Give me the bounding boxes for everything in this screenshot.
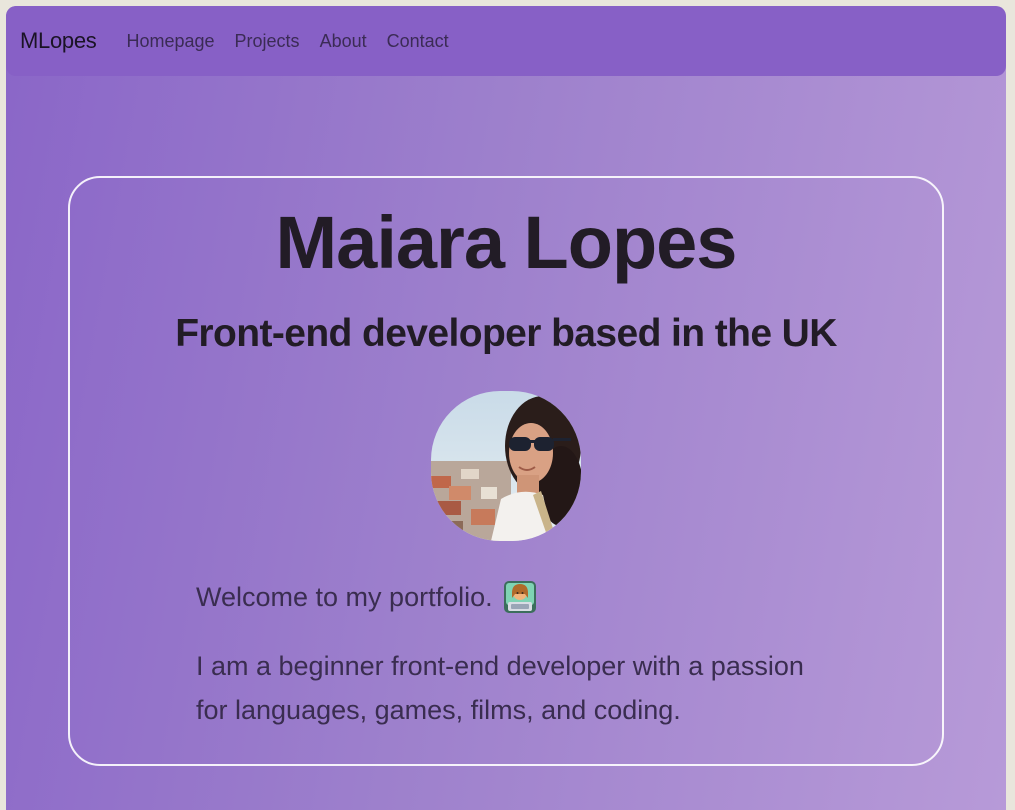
brand-logo-link[interactable]: MLopes bbox=[20, 28, 97, 54]
hero-name: Maiara Lopes bbox=[275, 201, 738, 284]
profile-photo bbox=[431, 391, 581, 541]
nav-links: Homepage Projects About Contact bbox=[126, 31, 448, 52]
navbar: MLopes Homepage Projects About Contact bbox=[6, 6, 1006, 76]
woman-technologist-icon bbox=[503, 580, 537, 614]
page-background: MLopes Homepage Projects About Contact M… bbox=[6, 6, 1006, 810]
bio-text: I am a beginner front-end developer with… bbox=[196, 651, 804, 725]
nav-link-contact[interactable]: Contact bbox=[387, 31, 449, 52]
nav-link-homepage[interactable]: Homepage bbox=[126, 31, 214, 52]
welcome-text: Welcome to my portfolio. bbox=[196, 581, 493, 612]
nav-link-about[interactable]: About bbox=[320, 31, 367, 52]
hero-subtitle: Front-end developer based in the UK bbox=[175, 312, 837, 355]
welcome-text-row: Welcome to my portfolio. bbox=[196, 580, 537, 614]
hero-card: Maiara Lopes Front-end developer based i… bbox=[68, 176, 944, 766]
nav-link-projects[interactable]: Projects bbox=[235, 31, 300, 52]
